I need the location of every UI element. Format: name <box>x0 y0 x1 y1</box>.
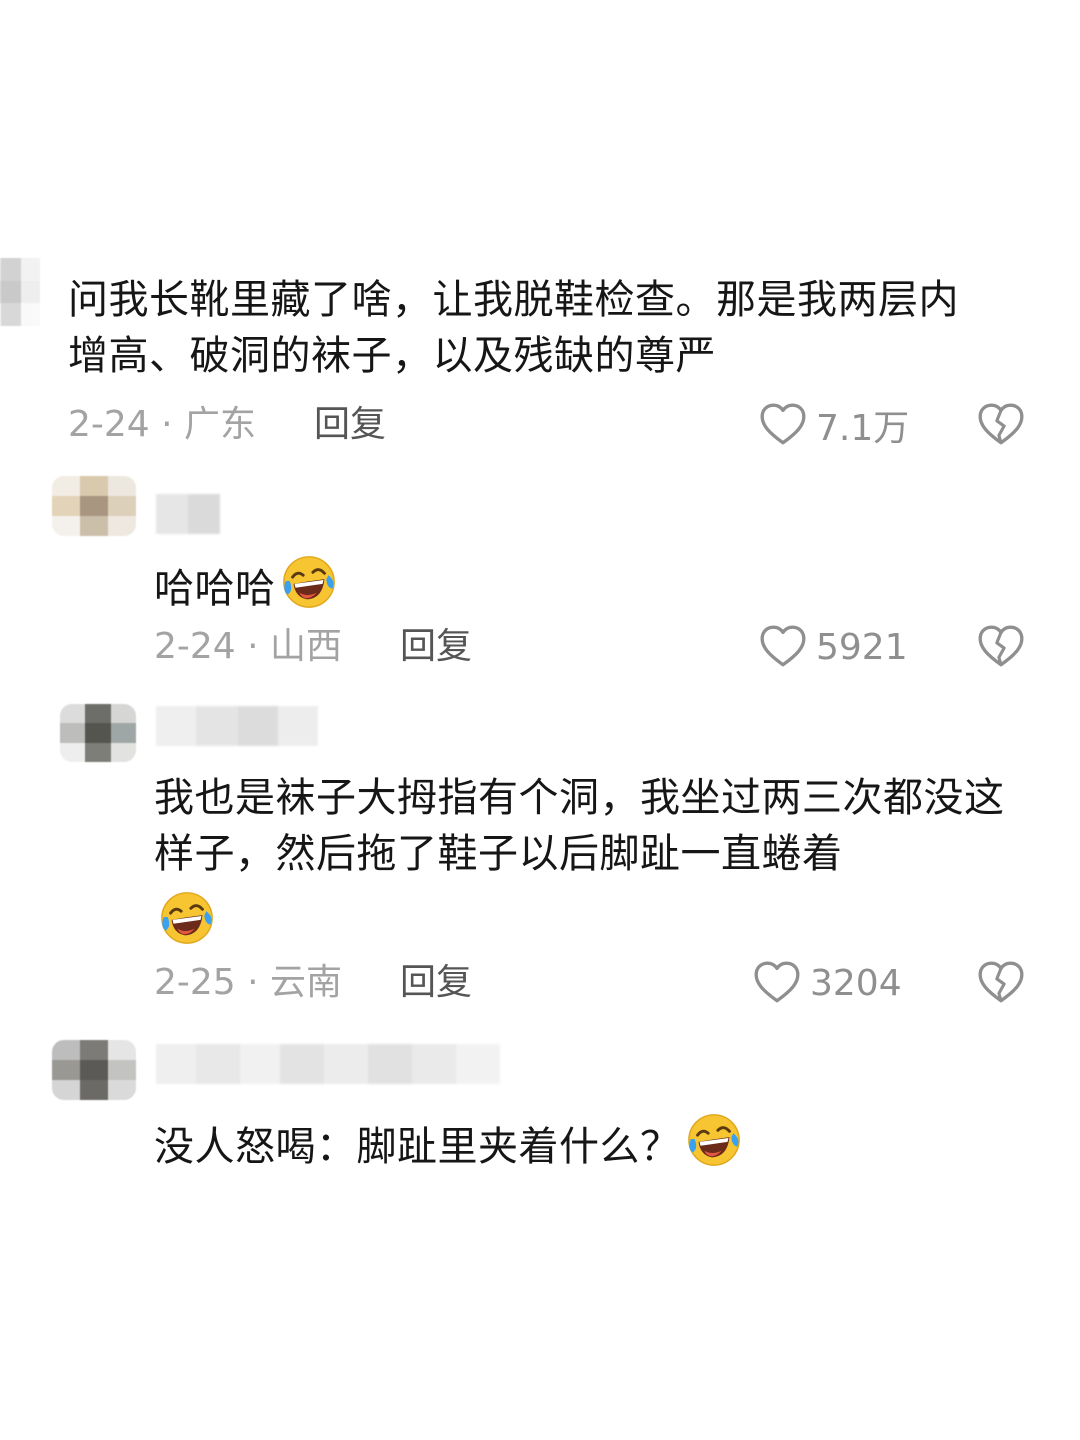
heart-outline-icon <box>758 400 808 450</box>
heart-outline-icon <box>758 622 808 672</box>
like-button[interactable]: 7.1万 <box>758 400 909 450</box>
laughing-crying-emoji <box>685 1110 743 1168</box>
avatar[interactable] <box>52 476 136 536</box>
dislike-button[interactable] <box>976 622 1026 672</box>
like-count: 7.1万 <box>816 408 910 449</box>
avatar[interactable] <box>60 704 136 762</box>
comment-text: 问我长靴里藏了啥，让我脱鞋检查。那是我两层内增高、破洞的袜子，以及残缺的尊严 <box>68 277 959 379</box>
comment-text: 我也是袜子大拇指有个洞，我坐过两三次都没这样子，然后拖了鞋子以后脚趾一直蜷着 <box>154 775 1005 877</box>
laughing-crying-emoji <box>158 888 216 946</box>
reply-button[interactable]: 回复 <box>314 400 386 450</box>
avatar[interactable] <box>0 258 40 326</box>
comment-date-location: 2-24 · 广东 <box>68 404 257 445</box>
username-placeholder[interactable] <box>156 494 220 534</box>
like-button[interactable]: 3204 <box>752 958 902 1008</box>
dislike-button[interactable] <box>976 958 1026 1008</box>
like-button[interactable]: 5921 <box>758 622 908 672</box>
heart-outline-icon <box>752 958 802 1008</box>
username-placeholder[interactable] <box>156 1044 500 1084</box>
broken-heart-icon <box>976 958 1026 1008</box>
like-count: 3204 <box>810 962 902 1004</box>
avatar[interactable] <box>52 1040 136 1100</box>
like-count: 5921 <box>816 626 908 668</box>
comment-date-location: 2-24 · 山西 <box>154 626 343 667</box>
broken-heart-icon <box>976 400 1026 450</box>
comment-text: 哈哈哈 <box>154 552 994 617</box>
broken-heart-icon <box>976 622 1026 672</box>
comment-date-location: 2-25 · 云南 <box>154 962 343 1003</box>
laughing-crying-emoji <box>280 552 338 610</box>
reply-button[interactable]: 回复 <box>400 622 472 672</box>
username-placeholder[interactable] <box>156 706 318 746</box>
dislike-button[interactable] <box>976 400 1026 450</box>
comment-text: 没人怒喝：脚趾里夹着什么？ <box>154 1110 1034 1175</box>
reply-button[interactable]: 回复 <box>400 958 472 1008</box>
